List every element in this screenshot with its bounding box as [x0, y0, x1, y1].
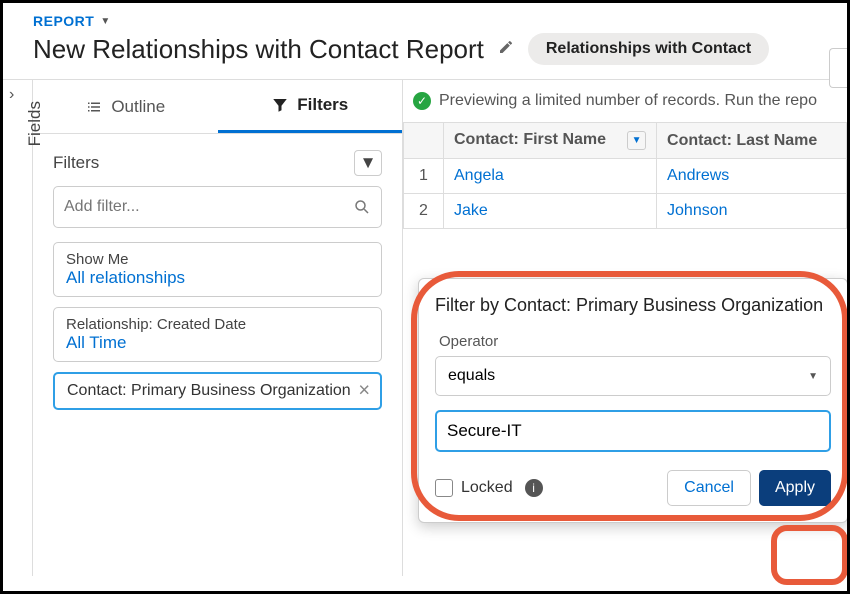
caret-down-icon: ▼ [100, 16, 110, 27]
fields-rail-label: Fields [25, 101, 45, 146]
locked-checkbox[interactable]: Locked i [435, 479, 543, 497]
check-circle-icon: ✓ [413, 92, 431, 110]
operator-value: equals [448, 367, 495, 385]
filter-card-label: Contact: Primary Business Organization [67, 382, 368, 400]
add-filter-input[interactable] [64, 198, 353, 216]
checkbox-icon [435, 479, 453, 497]
table-row: 2 Jake Johnson [404, 194, 847, 229]
edit-icon[interactable] [498, 39, 514, 59]
filters-menu-button[interactable]: ▼ [354, 150, 382, 176]
col-first-name[interactable]: Contact: First Name ▼ [444, 123, 657, 159]
apply-label: Apply [775, 479, 815, 497]
chevron-right-icon: › [9, 86, 14, 104]
col-label: Contact: First Name [454, 131, 606, 148]
popup-title: Filter by Contact: Primary Business Orga… [435, 293, 831, 317]
table-row: 1 Angela Andrews [404, 159, 847, 194]
col-label: Contact: Last Name [667, 132, 817, 149]
tab-filters-label: Filters [297, 95, 348, 115]
filters-heading: Filters [53, 153, 99, 173]
tab-outline[interactable]: Outline [33, 80, 218, 133]
filter-card-label: Relationship: Created Date [66, 316, 369, 333]
filter-value-input[interactable] [435, 410, 831, 452]
fields-rail[interactable]: › Fields [3, 80, 33, 576]
col-last-name[interactable]: Contact: Last Name [657, 123, 847, 159]
search-icon [353, 198, 371, 216]
add-filter-input-wrap[interactable] [53, 186, 382, 228]
tab-filters[interactable]: Filters [218, 80, 403, 133]
filter-card-primary-org[interactable]: Contact: Primary Business Organization × [53, 372, 382, 410]
filter-editor-popup: Filter by Contact: Primary Business Orga… [418, 278, 848, 523]
apply-button[interactable]: Apply [759, 470, 831, 506]
filter-card-value: All Time [66, 333, 369, 353]
filter-card-value: All relationships [66, 268, 369, 288]
cell-last-name[interactable]: Johnson [657, 194, 847, 229]
cell-first-name[interactable]: Angela [444, 159, 657, 194]
locked-label: Locked [461, 479, 513, 497]
filter-card-created-date[interactable]: Relationship: Created Date All Time [53, 307, 382, 362]
cancel-label: Cancel [684, 479, 734, 497]
preview-message: Previewing a limited number of records. … [439, 92, 817, 110]
remove-filter-icon[interactable]: × [358, 380, 370, 403]
report-label-text: REPORT [33, 13, 94, 29]
cancel-button[interactable]: Cancel [667, 470, 751, 506]
report-type-chip[interactable]: Relationships with Contact [528, 33, 769, 65]
col-index [404, 123, 444, 159]
operator-select[interactable]: equals ▼ [435, 356, 831, 396]
report-label[interactable]: REPORT ▼ [33, 13, 817, 29]
caret-down-icon: ▼ [808, 371, 818, 382]
preview-table: Contact: First Name▼ Contact: Last Name … [403, 122, 847, 229]
operator-label: Operator [439, 333, 831, 350]
cell-last-name[interactable]: Andrews [657, 159, 847, 194]
filter-card-label: Show Me [66, 251, 369, 268]
caret-down-icon: ▼ [360, 153, 377, 173]
cell-first-name[interactable]: Jake [444, 194, 657, 229]
tab-outline-label: Outline [111, 97, 165, 117]
page-title: New Relationships with Contact Report [33, 34, 484, 65]
filter-card-show-me[interactable]: Show Me All relationships [53, 242, 382, 297]
info-icon[interactable]: i [525, 479, 543, 497]
sort-icon[interactable]: ▼ [627, 131, 646, 150]
